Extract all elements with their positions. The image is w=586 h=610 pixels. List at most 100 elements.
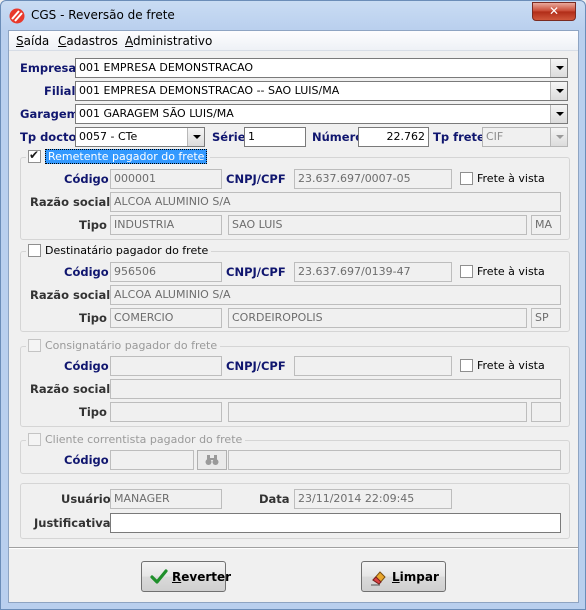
remetente-uf-field: MA <box>531 215 561 235</box>
garagem-value: 001 GARAGEM SÃO LUIS/MA <box>79 107 234 120</box>
remetente-razao-label: Razão social <box>30 195 111 209</box>
tpfrete-label: Tp frete <box>433 130 485 144</box>
tpfrete-select: CIF <box>482 127 568 147</box>
destinatario-tipo-label: Tipo <box>79 311 107 325</box>
correntista-nome-field <box>228 450 561 470</box>
consignatario-cnpj-label: CNPJ/CPF <box>226 359 286 373</box>
consignatario-razao-label: Razão social <box>30 382 111 396</box>
destinatario-cidade-field: CORDEIROPOLIS <box>228 308 527 328</box>
garagem-select[interactable]: 001 GARAGEM SÃO LUIS/MA <box>75 104 568 124</box>
close-icon: ✕ <box>548 4 560 18</box>
chevron-down-icon <box>550 128 567 146</box>
consignatario-cnpj-field <box>294 356 452 376</box>
close-button[interactable]: ✕ <box>532 2 576 21</box>
destinatario-title: Destinatário pagador do frete <box>45 244 209 257</box>
consignatario-cidade-field <box>228 402 527 422</box>
consignatario-frete-vista[interactable]: Frete à vista <box>460 359 545 372</box>
checkbox-icon[interactable] <box>28 244 41 257</box>
frete-vista-label: Frete à vista <box>477 359 545 372</box>
correntista-checkbox: Cliente correntista pagador do frete <box>26 433 246 447</box>
lookup-button <box>197 450 227 470</box>
binoculars-icon <box>205 455 219 465</box>
menu-administrativo[interactable]: Administrativo <box>125 34 212 48</box>
chevron-down-icon[interactable] <box>550 82 567 100</box>
consignatario-title: Consignatário pagador do frete <box>45 339 218 352</box>
reverter-button[interactable]: Reverter <box>141 561 231 592</box>
destinatario-codigo-label: Código <box>64 265 109 279</box>
remetente-cnpj-label: CNPJ/CPF <box>226 172 286 186</box>
separator <box>9 547 578 549</box>
tpdocto-value: 0057 - CTe <box>79 130 138 143</box>
usuario-field: MANAGER <box>110 489 222 509</box>
frete-vista-label: Frete à vista <box>477 172 545 185</box>
checkbox-icon <box>28 433 41 446</box>
garagem-label: Garagem <box>20 107 79 121</box>
remetente-cnpj-field: 23.637.697/0007-05 <box>294 169 452 189</box>
destinatario-cnpj-label: CNPJ/CPF <box>226 265 286 279</box>
remetente-codigo-field: 000001 <box>110 169 222 189</box>
serie-input[interactable]: 1 <box>244 127 306 147</box>
eraser-icon <box>371 571 386 586</box>
consignatario-tipo-field <box>110 402 222 422</box>
client-area: Saída Cadastros Administrativo Empresa 0… <box>8 30 579 603</box>
remetente-frete-vista[interactable]: Frete à vista <box>460 172 545 185</box>
correntista-codigo-label: Código <box>64 453 109 467</box>
numero-label: Número <box>312 130 364 144</box>
usuario-label: Usuário <box>61 492 111 506</box>
justificativa-label: Justificativa <box>34 516 111 530</box>
correntista-codigo-field <box>110 450 194 470</box>
cgs-logo-icon <box>9 8 25 24</box>
consignatario-razao-field <box>110 379 561 399</box>
window-title: CGS - Reversão de frete <box>31 8 175 22</box>
destinatario-tipo-field: COMERCIO <box>110 308 222 328</box>
tpfrete-value: CIF <box>486 130 504 143</box>
remetente-checkbox[interactable]: Remetente pagador do frete <box>26 148 211 164</box>
checkbox-icon[interactable] <box>460 172 473 185</box>
remetente-title: Remetente pagador do frete <box>45 149 208 164</box>
remetente-tipo-field: INDUSTRIA <box>110 215 222 235</box>
destinatario-razao-label: Razão social <box>30 288 111 302</box>
justificativa-input[interactable] <box>110 513 561 533</box>
chevron-down-icon[interactable] <box>550 105 567 123</box>
menu-cadastros[interactable]: Cadastros <box>58 34 118 48</box>
tpdocto-label: Tp docto <box>20 130 77 144</box>
destinatario-checkbox[interactable]: Destinatário pagador do frete <box>26 244 212 258</box>
correntista-title: Cliente correntista pagador do frete <box>45 433 243 446</box>
consignatario-codigo-label: Código <box>64 359 109 373</box>
consignatario-checkbox: Consignatário pagador do frete <box>26 339 221 353</box>
destinatario-uf-field: SP <box>531 308 561 328</box>
remetente-codigo-label: Código <box>64 172 109 186</box>
checkbox-icon[interactable] <box>460 359 473 372</box>
frete-vista-label: Frete à vista <box>477 265 545 278</box>
filial-select[interactable]: 001 EMPRESA DEMONSTRACAO -- SAO LUIS/MA <box>75 81 568 101</box>
chevron-down-icon[interactable] <box>550 59 567 77</box>
chevron-down-icon[interactable] <box>187 128 204 146</box>
filial-label: Filial <box>44 84 76 98</box>
empresa-select[interactable]: 001 EMPRESA DEMONSTRACAO <box>75 58 568 78</box>
checkbox-icon <box>28 339 41 352</box>
remetente-tipo-label: Tipo <box>79 218 107 232</box>
checkbox-checked-icon[interactable] <box>28 148 41 163</box>
consignatario-codigo-field <box>110 356 222 376</box>
app-window: CGS - Reversão de frete ✕ Saída Cadastro… <box>0 0 586 610</box>
data-field: 23/11/2014 22:09:45 <box>294 489 452 509</box>
reverter-label: Reverter <box>172 570 232 584</box>
consignatario-tipo-label: Tipo <box>79 405 107 419</box>
menu-bar: Saída Cadastros Administrativo <box>9 31 578 51</box>
consignatario-uf-field <box>531 402 561 422</box>
tpdocto-select[interactable]: 0057 - CTe <box>75 127 205 147</box>
empresa-label: Empresa <box>20 61 77 75</box>
destinatario-razao-field: ALCOA ALUMINIO S/A <box>110 285 561 305</box>
destinatario-frete-vista[interactable]: Frete à vista <box>460 265 545 278</box>
data-label: Data <box>259 492 290 506</box>
remetente-cidade-field: SAO LUIS <box>228 215 527 235</box>
remetente-razao-field: ALCOA ALUMINIO S/A <box>110 192 561 212</box>
limpar-button[interactable]: Limpar <box>361 561 446 592</box>
title-bar[interactable]: CGS - Reversão de frete ✕ <box>1 1 585 30</box>
check-icon <box>150 569 168 584</box>
filial-value: 001 EMPRESA DEMONSTRACAO -- SAO LUIS/MA <box>79 84 340 97</box>
checkbox-icon[interactable] <box>460 265 473 278</box>
empresa-value: 001 EMPRESA DEMONSTRACAO <box>79 61 254 74</box>
menu-saida[interactable]: Saída <box>16 34 49 48</box>
numero-input[interactable]: 22.762 <box>358 127 429 147</box>
